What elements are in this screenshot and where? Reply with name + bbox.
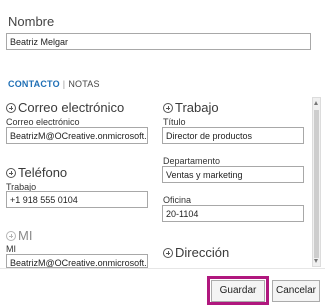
add-address-icon[interactable] — [163, 248, 173, 258]
office-label: Oficina — [163, 195, 192, 205]
im-label: MI — [6, 244, 16, 254]
email-section-title: Correo electrónico — [18, 100, 125, 115]
scroll-thumb[interactable] — [314, 110, 319, 258]
tab-separator: | — [62, 79, 66, 89]
footer-divider — [0, 268, 325, 269]
name-field[interactable]: Beatriz Melgar — [6, 33, 311, 50]
add-work-icon[interactable] — [163, 103, 173, 113]
tab-bar: CONTACTO | NOTAS — [8, 79, 100, 89]
im-field[interactable]: BeatrizM@OCreative.onmicrosoft.com — [6, 254, 148, 268]
address-section-title: Dirección — [175, 245, 230, 260]
phone-section-title: Teléfono — [18, 165, 68, 180]
save-button[interactable]: Guardar — [211, 280, 265, 302]
title-label: Título — [163, 117, 186, 127]
add-im-icon[interactable] — [6, 231, 16, 241]
add-phone-icon[interactable] — [6, 168, 16, 178]
phone-field[interactable]: +1 918 555 0104 — [6, 191, 148, 208]
scroll-up-icon[interactable] — [313, 99, 320, 107]
department-label: Departamento — [163, 156, 221, 166]
name-label: Nombre — [8, 14, 55, 29]
email-field[interactable]: BeatrizM@OCreative.onmicrosoft.com — [6, 127, 148, 144]
email-label: Correo electrónico — [6, 117, 80, 127]
department-field[interactable]: Ventas y marketing — [162, 166, 304, 183]
title-field[interactable]: Director de productos — [162, 127, 304, 144]
im-section-title: MI — [18, 228, 33, 243]
cancel-button[interactable]: Cancelar — [272, 280, 320, 302]
scroll-down-icon[interactable] — [313, 257, 320, 265]
tab-contacto[interactable]: CONTACTO — [8, 79, 60, 89]
work-section-title: Trabajo — [175, 100, 219, 115]
add-email-icon[interactable] — [6, 103, 16, 113]
vertical-scrollbar[interactable] — [312, 97, 321, 267]
tab-notas[interactable]: NOTAS — [68, 79, 99, 89]
office-field[interactable]: 20-1104 — [162, 205, 304, 222]
